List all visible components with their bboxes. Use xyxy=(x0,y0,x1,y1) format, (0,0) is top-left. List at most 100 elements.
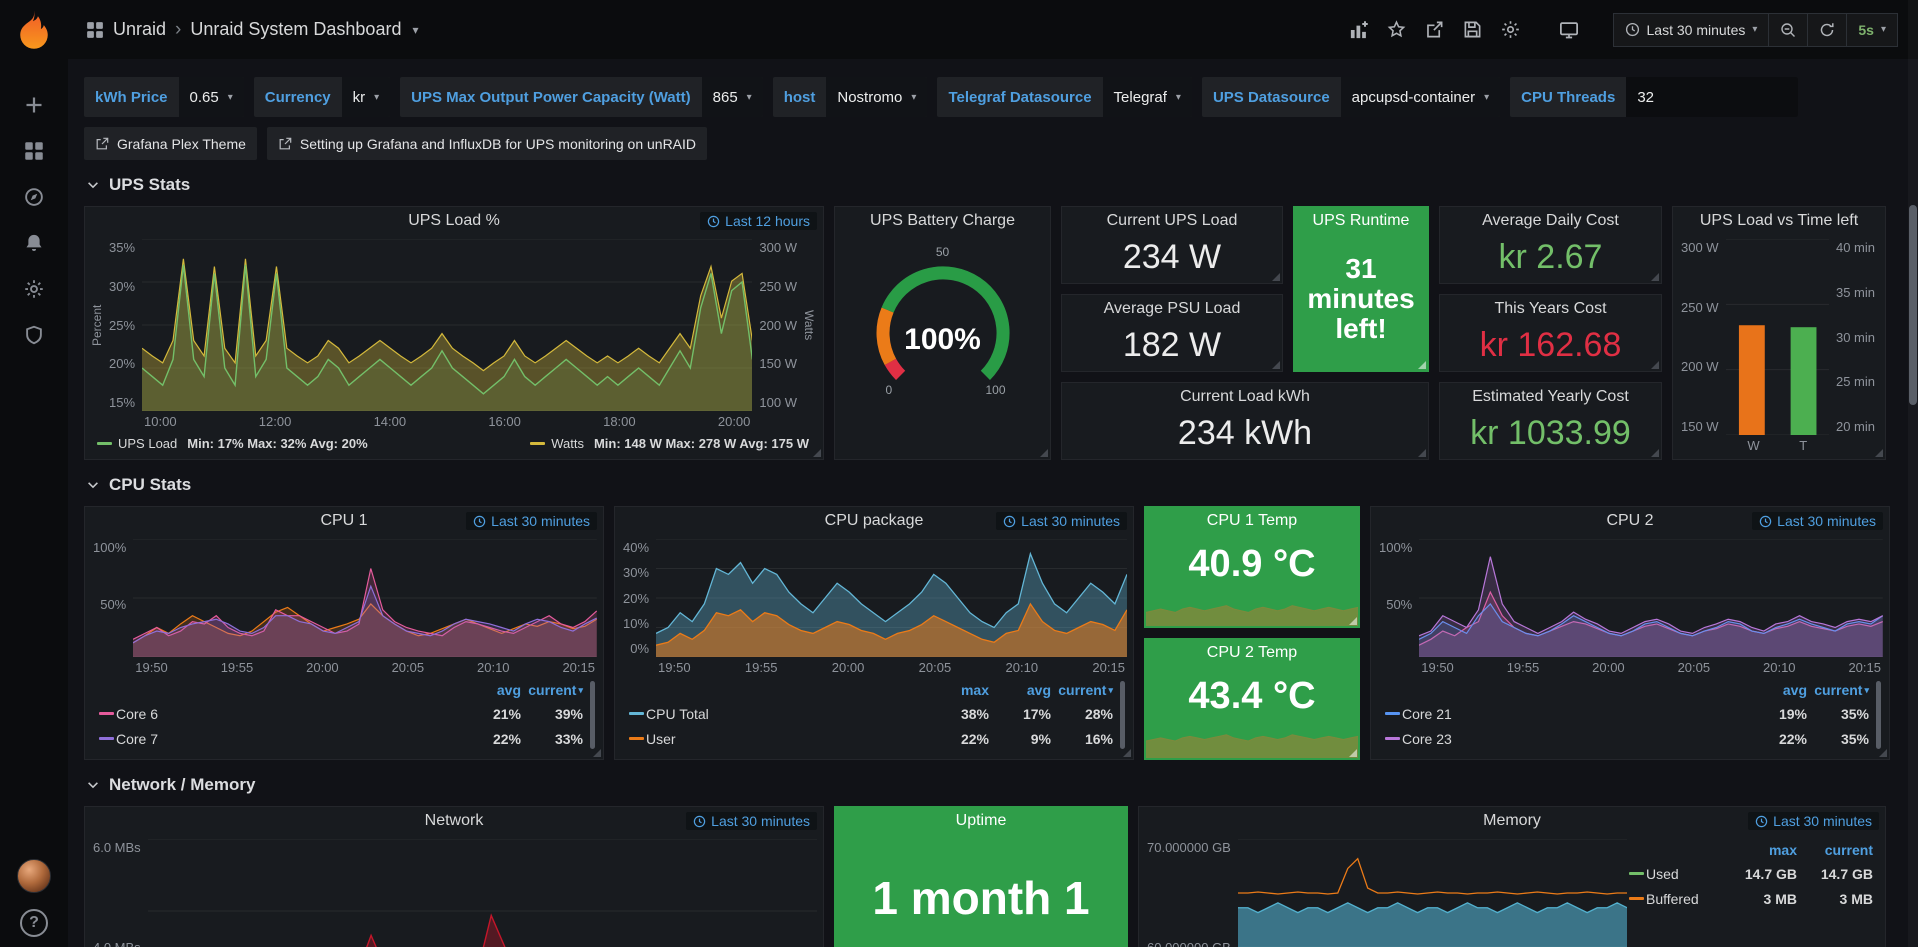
panel-resize-handle[interactable] xyxy=(593,749,601,757)
star-icon[interactable] xyxy=(1381,14,1413,46)
variable-ups-max-output[interactable]: UPS Max Output Power Capacity (Watt) 865… xyxy=(400,77,763,117)
legend-scrollbar[interactable] xyxy=(1120,681,1125,749)
panel-resize-handle[interactable] xyxy=(1651,449,1659,457)
legend-item[interactable]: Core 21 19% 35% xyxy=(1385,701,1869,726)
sidebar-item-server-admin[interactable] xyxy=(10,312,58,358)
legend-scrollbar[interactable] xyxy=(1876,681,1881,749)
variable-value[interactable]: 865▾ xyxy=(702,77,763,117)
panel-resize-handle[interactable] xyxy=(1349,617,1357,625)
sidebar-item-explore[interactable] xyxy=(10,174,58,220)
chart-plot[interactable] xyxy=(1726,239,1829,435)
panel-resize-handle[interactable] xyxy=(1272,361,1280,369)
legend-header-max[interactable]: max xyxy=(1721,842,1797,858)
panel-title[interactable]: CPU 1 xyxy=(320,512,367,530)
dashboard-title[interactable]: Unraid System Dashboard xyxy=(190,19,401,40)
panel-title[interactable]: CPU 1 Temp xyxy=(1207,512,1297,530)
legend-header-current[interactable]: current xyxy=(1797,842,1873,858)
zoom-out-button[interactable] xyxy=(1769,13,1808,47)
section-cpu-stats[interactable]: CPU Stats xyxy=(86,475,1896,495)
panel-time-range[interactable]: Last 12 hours xyxy=(700,212,817,230)
panel-resize-handle[interactable] xyxy=(1651,273,1659,281)
legend-header-avg[interactable]: avg xyxy=(1745,682,1807,698)
sidebar-item-alerting[interactable] xyxy=(10,220,58,266)
add-panel-button[interactable] xyxy=(1343,14,1375,46)
legend-header-avg[interactable]: avg xyxy=(459,682,521,698)
chevron-down-icon[interactable]: ▾ xyxy=(412,23,418,37)
variable-value[interactable]: Nostromo▾ xyxy=(826,77,927,117)
legend-header-max[interactable]: max xyxy=(927,682,989,698)
section-network-memory[interactable]: Network / Memory xyxy=(86,775,1896,795)
kiosk-mode-icon[interactable] xyxy=(1553,14,1585,46)
page-scrollbar[interactable] xyxy=(1908,0,1918,947)
chart-plot[interactable] xyxy=(133,539,597,657)
panel-title[interactable]: CPU package xyxy=(825,512,924,530)
panel-title[interactable]: Uptime xyxy=(956,812,1007,830)
legend-header-current[interactable]: current▾ xyxy=(1807,682,1869,698)
section-ups-stats[interactable]: UPS Stats xyxy=(86,175,1896,195)
grafana-logo[interactable] xyxy=(12,8,56,52)
panel-resize-handle[interactable] xyxy=(1418,449,1426,457)
panel-title[interactable]: UPS Load % xyxy=(408,212,500,230)
save-icon[interactable] xyxy=(1457,14,1489,46)
sidebar-item-create[interactable] xyxy=(10,82,58,128)
user-avatar[interactable] xyxy=(17,859,51,893)
panel-title[interactable]: Memory xyxy=(1483,812,1541,830)
panel-title[interactable]: CPU 2 xyxy=(1606,512,1653,530)
panel-title[interactable]: Current Load kWh xyxy=(1180,388,1310,406)
legend-header-current[interactable]: current▾ xyxy=(1051,682,1113,698)
panel-title[interactable]: CPU 2 Temp xyxy=(1207,644,1297,662)
legend-scrollbar[interactable] xyxy=(590,681,595,749)
panel-resize-handle[interactable] xyxy=(813,449,821,457)
panel-time-range[interactable]: Last 30 minutes xyxy=(686,812,817,830)
variable-currency[interactable]: Currency kr▾ xyxy=(254,77,390,117)
panel-title[interactable]: Network xyxy=(425,812,484,830)
refresh-button[interactable] xyxy=(1808,13,1847,47)
panel-resize-handle[interactable] xyxy=(1418,361,1426,369)
legend-item[interactable]: Core 23 22% 35% xyxy=(1385,726,1869,751)
dashboard-link[interactable]: Setting up Grafana and InfluxDB for UPS … xyxy=(267,127,707,160)
panel-time-range[interactable]: Last 30 minutes xyxy=(1752,512,1883,530)
panel-title[interactable]: Estimated Yearly Cost xyxy=(1472,388,1629,406)
legend-item[interactable]: Core 7 22% 33% xyxy=(99,726,583,751)
cpu-threads-input[interactable]: 32 xyxy=(1626,77,1798,117)
panel-title[interactable]: UPS Battery Charge xyxy=(870,212,1015,230)
legend-header-current[interactable]: current▾ xyxy=(521,682,583,698)
panel-resize-handle[interactable] xyxy=(1875,449,1883,457)
legend-item[interactable]: CPU Total 38% 17% 28% xyxy=(629,701,1113,726)
panel-title[interactable]: This Years Cost xyxy=(1494,300,1606,318)
variable-value[interactable]: kr▾ xyxy=(342,77,391,117)
panel-title[interactable]: UPS Runtime xyxy=(1313,212,1410,230)
chart-plot[interactable] xyxy=(1238,839,1627,947)
variable-telegraf-datasource[interactable]: Telegraf Datasource Telegraf▾ xyxy=(937,77,1192,117)
panel-resize-handle[interactable] xyxy=(1349,749,1357,757)
panel-title[interactable]: UPS Load vs Time left xyxy=(1700,212,1858,230)
panel-time-range[interactable]: Last 30 minutes xyxy=(466,512,597,530)
time-range-picker[interactable]: Last 30 minutes ▾ xyxy=(1613,13,1770,47)
panel-resize-handle[interactable] xyxy=(1879,749,1887,757)
panel-resize-handle[interactable] xyxy=(1272,273,1280,281)
legend-item[interactable]: Watts Min: 148 W Max: 278 W Avg: 175 W xyxy=(530,436,809,451)
legend-item[interactable]: Used 14.7 GB 14.7 GB xyxy=(1629,861,1873,886)
legend-item[interactable]: Core 6 21% 39% xyxy=(99,701,583,726)
variable-value[interactable]: apcupsd-container▾ xyxy=(1341,77,1500,117)
chart-plot[interactable] xyxy=(656,539,1127,657)
chart-plot[interactable] xyxy=(148,839,817,947)
variable-kwh-price[interactable]: kWh Price 0.65▾ xyxy=(84,77,244,117)
legend-item[interactable]: User 22% 9% 16% xyxy=(629,726,1113,751)
chart-plot[interactable] xyxy=(142,239,752,411)
chart-plot[interactable] xyxy=(1419,539,1883,657)
panel-time-range[interactable]: Last 30 minutes xyxy=(996,512,1127,530)
variable-cpu-threads[interactable]: CPU Threads 32 xyxy=(1510,77,1798,117)
page-scrollbar-thumb[interactable] xyxy=(1909,205,1917,405)
share-icon[interactable] xyxy=(1419,14,1451,46)
sidebar-item-dashboards[interactable] xyxy=(10,128,58,174)
variable-value[interactable]: 0.65▾ xyxy=(179,77,244,117)
panel-resize-handle[interactable] xyxy=(1123,749,1131,757)
dashboard-settings-icon[interactable] xyxy=(1495,14,1527,46)
panel-title[interactable]: Current UPS Load xyxy=(1107,212,1238,230)
panel-resize-handle[interactable] xyxy=(1040,449,1048,457)
help-icon[interactable]: ? xyxy=(20,909,48,937)
legend-item[interactable]: Buffered 3 MB 3 MB xyxy=(1629,886,1873,911)
legend-item[interactable]: UPS Load Min: 17% Max: 32% Avg: 20% xyxy=(97,436,368,451)
panel-time-range[interactable]: Last 30 minutes xyxy=(1748,812,1879,830)
